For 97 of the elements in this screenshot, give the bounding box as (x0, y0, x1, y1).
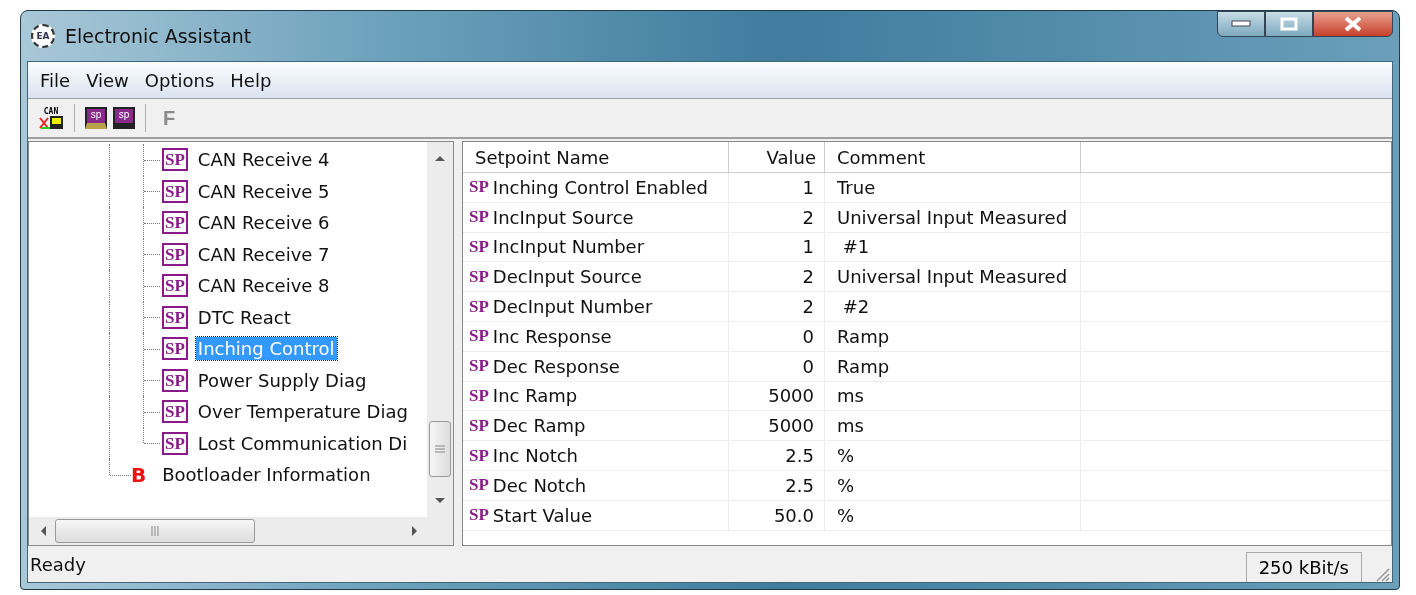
table-cell: Inc Notch (492, 445, 579, 467)
left-arrow-icon[interactable] (39, 525, 47, 537)
close-button[interactable] (1313, 11, 1393, 37)
table-cell: 50.0 (773, 504, 814, 526)
table-cell: Ramp (837, 325, 890, 347)
table-cell: ms (837, 385, 864, 407)
column-header[interactable]: Value (729, 142, 825, 172)
baud-rate-panel: 250 kBit/s (1245, 552, 1362, 582)
setpoint-icon: SP (469, 505, 489, 526)
table-cell: 2 (802, 266, 814, 288)
table-cell: 5000 (768, 415, 814, 437)
table-cell: Dec Ramp (492, 415, 586, 437)
tree-item[interactable]: Power Supply Diag (195, 368, 369, 392)
save-disk-icon[interactable]: sp (113, 107, 135, 129)
table-cell: Dec Response (492, 355, 620, 377)
table-cell: Dec Notch (492, 474, 587, 496)
status-text: Ready (30, 553, 86, 575)
setpoint-icon: SP (162, 337, 188, 361)
grip-icon (435, 445, 445, 453)
right-arrow-icon[interactable] (411, 525, 419, 537)
table-cell: Ramp (837, 355, 890, 377)
setpoint-icon: SP (469, 326, 489, 347)
tree-item[interactable]: Over Temperature Diag (195, 400, 410, 424)
maximize-button[interactable] (1265, 11, 1313, 37)
menu-item[interactable]: Help (226, 69, 284, 91)
table-cell-text: #1 (841, 236, 870, 258)
table-cell: 2.5 (785, 474, 814, 496)
setpoint-icon: SP (469, 266, 489, 287)
setpoint-icon: SP (469, 415, 489, 436)
tree-item[interactable]: DTC React (195, 305, 293, 329)
setpoint-icon: SP (162, 211, 188, 235)
table-cell: DecInput Source (492, 266, 642, 288)
table-cell: IncInput Number (492, 236, 645, 258)
table-cell: 2.5 (785, 445, 814, 467)
table-cell: ms (837, 415, 864, 437)
setpoint-icon: SP (162, 400, 188, 424)
setpoint-icon: SP (162, 431, 188, 455)
setpoint-icon: SP (469, 445, 489, 466)
setpoint-icon: SP (162, 179, 188, 203)
table-cell: Start Value (492, 504, 592, 526)
menu-item[interactable]: File (36, 69, 83, 91)
table-cell: 2 (802, 206, 814, 228)
tree-item[interactable]: CAN Receive 5 (195, 179, 332, 203)
table-cell: Inching Control Enabled (492, 176, 708, 198)
setpoint-icon: SP (162, 242, 188, 266)
table-cell: Universal Input Measured (837, 266, 1068, 288)
tree-item[interactable]: CAN Receive 6 (195, 211, 332, 235)
table-cell: 2 (802, 296, 814, 318)
setpoint-icon: SP (469, 296, 489, 317)
minimize-icon (1231, 20, 1251, 28)
table-cell: % (837, 474, 855, 496)
bootloader-icon: B (131, 462, 147, 487)
setpoint-icon: SP (162, 148, 188, 172)
table-cell-text: #2 (841, 296, 870, 318)
setpoint-icon: SP (162, 305, 188, 329)
table-cell: DecInput Number (492, 296, 653, 318)
window-title: Electronic Assistant (65, 25, 252, 47)
setpoint-icon: SP (469, 177, 489, 198)
maximize-icon (1280, 17, 1298, 31)
setpoint-icon: SP (162, 274, 188, 298)
down-arrow-icon[interactable] (434, 497, 446, 505)
resize-grip-icon (1374, 566, 1390, 582)
setpoint-icon: SP (162, 368, 188, 392)
setpoint-icon: SP (469, 207, 489, 228)
table-cell: % (837, 445, 855, 467)
setpoint-icon: SP (469, 356, 489, 377)
table-cell: 5000 (768, 385, 814, 407)
table-cell: % (837, 504, 855, 526)
close-icon (1343, 16, 1363, 32)
table-cell: IncInput Source (492, 206, 634, 228)
setpoint-icon: SP (469, 475, 489, 496)
setpoint-icon: SP (469, 237, 489, 257)
menu-item[interactable]: Options (140, 69, 227, 91)
tree-item[interactable]: CAN Receive 4 (195, 148, 332, 172)
table-cell: Inc Ramp (492, 385, 578, 407)
table-cell: Universal Input Measured (837, 206, 1068, 228)
table-cell: Inc Response (492, 325, 612, 347)
tree-item[interactable]: CAN Receive 8 (195, 274, 332, 298)
horizontal-scrollbar[interactable] (29, 517, 453, 545)
column-header[interactable]: Comment (825, 142, 1081, 172)
menu-item[interactable]: View (82, 69, 141, 91)
table-cell: 0 (802, 355, 814, 377)
app-logo-icon: EA (31, 24, 55, 48)
tree-item[interactable]: CAN Receive 7 (195, 242, 332, 266)
setpoint-icon: SP (469, 385, 489, 406)
vertical-scrollbar[interactable] (427, 142, 453, 517)
table-cell: 1 (802, 236, 814, 258)
table-cell: 1 (802, 176, 814, 198)
grip-icon (150, 526, 160, 536)
up-arrow-icon[interactable] (434, 154, 446, 162)
column-header[interactable]: Setpoint Name (463, 142, 729, 172)
tree-item[interactable]: Lost Communication Di (195, 431, 410, 455)
table-cell: 0 (802, 325, 814, 347)
open-folder-icon[interactable]: sp (85, 107, 107, 129)
minimize-button[interactable] (1217, 11, 1265, 37)
tree-item[interactable]: Bootloader Information (160, 463, 373, 487)
table-cell: True (837, 176, 876, 198)
